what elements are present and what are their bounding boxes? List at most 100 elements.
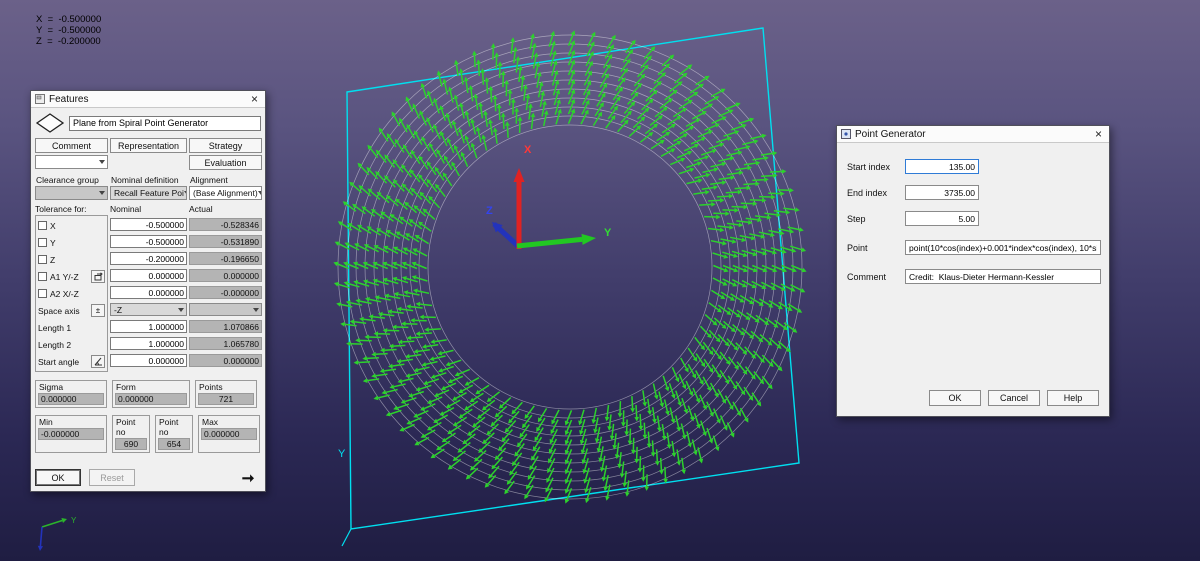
sigma-value: 0.000000 (38, 393, 104, 405)
start-angle-label: Start angle (38, 357, 79, 367)
spiral-wire (419, 116, 721, 418)
spiral-wire (356, 53, 784, 481)
points-label: Points (198, 382, 254, 393)
form-label: Form (115, 382, 187, 393)
tolerance-x-label: X (50, 221, 56, 231)
point-generator-title: Point Generator (855, 129, 1088, 140)
comment-button[interactable]: Comment (35, 138, 108, 153)
tolerance-a2-checkbox[interactable] (38, 289, 47, 298)
feature-name-input[interactable] (69, 116, 261, 131)
spiral-wire (338, 35, 802, 499)
start-index-input[interactable] (905, 159, 979, 174)
max-value: 0.000000 (201, 428, 257, 440)
features-dialog: Features × Comment Representation Strate… (30, 90, 266, 492)
x-axis-arrow-head (514, 168, 525, 182)
nominal-y-input[interactable] (110, 235, 187, 248)
max-pointno-group: Point no 654 (155, 415, 193, 453)
actual-length2-value: 1.065780 (189, 337, 262, 350)
nominal-definition-label: Nominal definition (110, 175, 187, 185)
actual-start-angle-value: 0.000000 (189, 354, 262, 367)
application-window: XYZYY X = -0.500000 Y = -0.500000 Z = -0… (0, 0, 1200, 561)
tolerance-a1-checkbox[interactable] (38, 272, 47, 281)
features-titlebar[interactable]: Features × (31, 91, 265, 108)
plus-minus-icon[interactable]: ± (91, 304, 105, 317)
tolerance-y-checkbox[interactable] (38, 238, 47, 247)
angle-icon[interactable] (91, 355, 105, 368)
strategy-button[interactable]: Strategy (189, 138, 262, 153)
close-icon[interactable]: × (248, 94, 261, 104)
z-axis-label: Z (486, 205, 493, 217)
pg-cancel-button[interactable]: Cancel (988, 390, 1040, 406)
max-pointno-value: 654 (158, 438, 190, 450)
reset-button[interactable]: Reset (89, 469, 135, 486)
min-pointno-value: 690 (115, 438, 147, 450)
min-group: Min -0.000000 (35, 415, 107, 453)
coordinate-readout: X = -0.500000 Y = -0.500000 Z = -0.20000… (36, 14, 101, 47)
mini-y-axis-arrow (42, 521, 62, 527)
coord-z: Z = -0.200000 (36, 36, 101, 47)
projection-icon[interactable] (91, 270, 105, 283)
nominal-definition-dropdown[interactable]: Recall Feature Poi (110, 186, 187, 200)
tolerance-a1-label: A1 Y/-Z (50, 272, 79, 282)
alignment-dropdown[interactable]: (Base Alignment) (189, 186, 262, 200)
plane-corner-tick (342, 529, 351, 546)
next-arrow-button[interactable]: ➞ (235, 469, 261, 486)
min-value: -0.000000 (38, 428, 104, 440)
tolerance-z-checkbox[interactable] (38, 255, 47, 264)
step-input[interactable] (905, 211, 979, 226)
max-pointno-label: Point no (158, 417, 190, 438)
tolerance-z-label: Z (50, 255, 55, 265)
end-index-input[interactable] (905, 185, 979, 200)
nominal-start-angle-input[interactable] (110, 354, 187, 367)
pg-ok-button[interactable]: OK (929, 390, 981, 406)
point-generator-dialog-icon (841, 129, 851, 139)
ok-button[interactable]: OK (35, 469, 81, 486)
spiral-wire (365, 62, 775, 472)
min-pointno-label: Point no (115, 417, 147, 438)
actual-a2-value: -0.000000 (189, 286, 262, 299)
coord-y: Y = -0.500000 (36, 25, 101, 36)
point-formula-input[interactable] (905, 240, 1101, 255)
nominal-a1-input[interactable] (110, 269, 187, 282)
pg-help-button[interactable]: Help (1047, 390, 1099, 406)
nominal-length2-input[interactable] (110, 337, 187, 350)
tolerance-x-checkbox[interactable] (38, 221, 47, 230)
point-generator-titlebar[interactable]: Point Generator × (837, 126, 1109, 143)
plane-y-label: Y (338, 448, 346, 460)
chevron-down-icon (99, 160, 105, 164)
chevron-down-icon (253, 308, 259, 312)
evaluation-button[interactable]: Evaluation (189, 155, 262, 170)
y-axis-label: Y (604, 227, 612, 239)
form-value: 0.000000 (115, 393, 187, 405)
comment-input[interactable] (905, 269, 1101, 284)
clearance-group-dropdown[interactable] (35, 186, 108, 200)
nominal-a2-input[interactable] (110, 286, 187, 299)
sigma-group: Sigma 0.000000 (35, 380, 107, 408)
nominal-length1-input[interactable] (110, 320, 187, 333)
space-axis-label: Space axis (38, 306, 80, 316)
actual-y-value: -0.531890 (189, 235, 262, 248)
nominal-z-input[interactable] (110, 252, 187, 265)
features-title: Features (49, 94, 244, 105)
actual-z-value: -0.196650 (189, 252, 262, 265)
tolerance-y-label: Y (50, 238, 56, 248)
spiral-wire (428, 125, 712, 409)
actual-x-value: -0.528346 (189, 218, 262, 231)
comment-label: Comment (847, 272, 905, 282)
nominal-header: Nominal (110, 204, 187, 214)
comment-type-dropdown[interactable] (35, 155, 108, 169)
min-label: Min (38, 417, 104, 428)
actual-header: Actual (189, 204, 262, 214)
tolerance-a2-label: A2 X/-Z (50, 289, 79, 299)
form-group: Form 0.000000 (112, 380, 190, 408)
mini-z-axis-arrow (40, 527, 42, 546)
step-label: Step (847, 214, 905, 224)
coord-x: X = -0.500000 (36, 14, 101, 25)
chevron-down-icon (258, 191, 262, 195)
representation-button[interactable]: Representation (110, 138, 187, 153)
space-axis-dropdown[interactable]: -Z (110, 303, 187, 316)
nominal-x-input[interactable] (110, 218, 187, 231)
close-icon[interactable]: × (1092, 129, 1105, 139)
start-index-label: Start index (847, 162, 905, 172)
chevron-down-icon (178, 308, 184, 312)
